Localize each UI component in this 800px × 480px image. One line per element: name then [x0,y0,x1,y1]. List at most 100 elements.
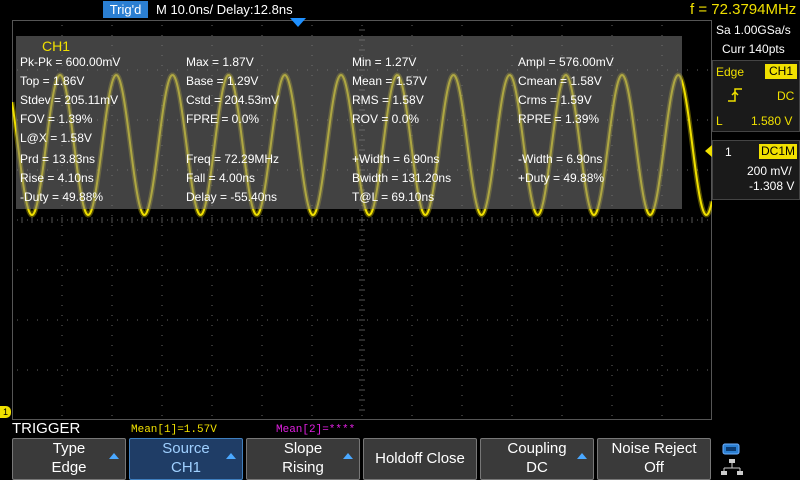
grid-dot [527,269,528,271]
grid-dot [411,335,413,336]
grid-dot [211,265,213,266]
grid-dot [661,395,663,396]
grid-dot [261,315,263,316]
grid-dot [361,25,363,26]
grid-dot [77,319,78,321]
grid-dot [211,335,213,336]
grid-dot [317,219,318,221]
grid-dot [511,405,513,406]
grid-dot [397,319,398,321]
softkey-noise-reject[interactable]: Noise Reject Off [597,438,711,480]
grid-dot [287,219,288,221]
grid-dot [377,269,378,271]
trigger-info-box[interactable]: Edge CH1 DC L 1.580 V [712,60,800,132]
grid-dot [457,319,458,321]
grid-dot [511,25,513,26]
grid-dot [497,269,498,271]
grid-dot [361,415,363,416]
grid-dot [61,315,63,316]
grid-dot [637,269,638,271]
grid-dot [361,335,363,336]
grid-dot [111,255,113,256]
grid-dot [661,255,663,256]
grid-dot [311,375,313,376]
grid-dot [657,319,658,321]
grid-dot [117,369,118,371]
grid-dot [61,285,63,286]
grid-dot [587,219,588,221]
grid-dot [411,375,413,376]
trigger-position-marker-icon[interactable] [290,18,306,27]
grid-dot [517,269,518,271]
grid-dot [347,319,348,321]
grid-dot [557,219,558,221]
softkey-type[interactable]: Type Edge [12,438,126,480]
grid-dot [547,319,548,321]
grid-dot [61,255,63,256]
grid-dot [111,225,113,226]
grid-dot [211,215,213,216]
grid-dot [411,265,413,266]
grid-dot [561,265,563,266]
grid-dot [461,405,463,406]
grid-dot [697,269,698,271]
grid-dot [417,219,418,221]
channel-coupling-badge: DC1M [759,144,797,159]
grid-dot [187,369,188,371]
softkey-slope[interactable]: Slope Rising [246,438,360,480]
timebase-readout[interactable]: M 10.0ns/ Delay:12.8ns [156,1,293,18]
grid-dot [247,369,248,371]
grid-dot [507,219,508,221]
grid-dot [361,395,363,396]
grid-dot [687,369,688,371]
grid-dot [111,295,113,296]
grid-dot [561,345,563,346]
channel-1-ground-marker-icon[interactable]: 1 [0,406,11,418]
grid-dot [61,215,63,216]
grid-dot [67,269,68,271]
grid-dot [157,219,158,221]
grid-dot [137,369,138,371]
grid-dot [487,269,488,271]
grid-dot [611,305,613,306]
grid-dot [611,215,613,216]
grid-dot [307,219,308,221]
grid-dot [661,225,663,226]
grid-dot [57,319,58,321]
grid-dot [197,319,198,321]
grid-dot [611,255,613,256]
grid-dot [111,355,113,356]
grid-dot [437,369,438,371]
grid-dot [127,369,128,371]
softkey-holdoff[interactable]: Holdoff Close [363,438,477,480]
grid-dot [677,269,678,271]
grid-dot [511,375,513,376]
grid-dot [661,345,663,346]
trigger-source-badge: CH1 [765,64,797,79]
grid-dot [417,319,418,321]
grid-dot [187,269,188,271]
grid-dot [487,219,488,221]
grid-dot [627,319,628,321]
grid-dot [661,285,663,286]
grid-dot [167,219,168,221]
grid-dot [317,269,318,271]
channel-1-info-box[interactable]: 1 DC1M 200 mV/ -1.308 V [712,140,800,200]
softkey-source[interactable]: Source CH1 [129,438,243,480]
grid-dot [387,369,388,371]
grid-dot [261,235,263,236]
grid-dot [211,285,213,286]
grid-dot [367,319,368,321]
grid-dot [161,265,163,266]
grid-dot [411,405,413,406]
grid-dot [561,235,563,236]
softkey-coupling[interactable]: Coupling DC [480,438,594,480]
measurement-item: Cstd = 204.53mV [186,93,280,107]
grid-dot [687,319,688,321]
grid-dot [337,219,338,221]
grid-dot [111,415,113,416]
grid-dot [661,245,663,246]
grid-dot [311,265,313,266]
grid-dot [637,319,638,321]
grid-dot [161,295,163,296]
